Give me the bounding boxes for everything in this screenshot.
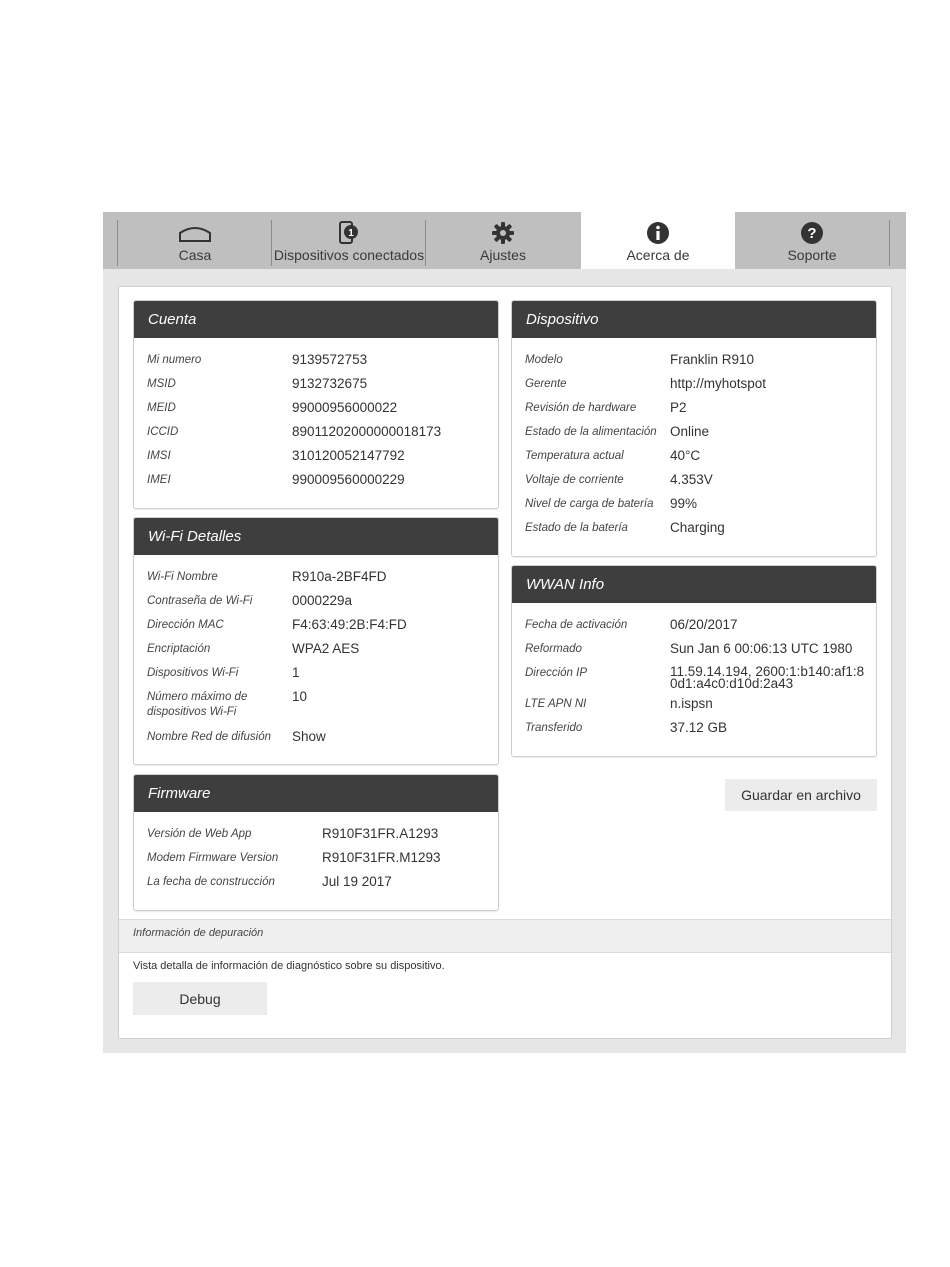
- row-label: LTE APN NI: [525, 698, 587, 710]
- save-to-file-button[interactable]: Guardar en archivo: [725, 779, 877, 811]
- dispositivo-panel: Dispositivo Modelo Franklin R910 Gerente h…: [511, 300, 877, 557]
- panel-title: Firmware: [134, 775, 498, 812]
- tab-divider: [889, 220, 890, 266]
- row-label: Voltaje de corriente: [525, 474, 624, 486]
- row-value: Show: [292, 729, 326, 744]
- tab-label: Dispositivos conectados: [273, 247, 425, 263]
- tab-label: Ajustes: [480, 247, 526, 263]
- row-value: 99000956000022: [292, 400, 398, 415]
- row-label: Gerente: [525, 378, 567, 390]
- wifi-panel: Wi-Fi Detalles Wi-Fi Nombre R910a-2BF4FD …: [133, 517, 499, 765]
- row-label: IMSI: [147, 450, 171, 462]
- debug-title: Información de depuración: [133, 927, 264, 939]
- row-value: 10: [292, 689, 308, 704]
- row-value: Jul 19 2017: [322, 874, 392, 889]
- wwan-panel: WWAN Info Fecha de activación 06/20/2017 …: [511, 565, 877, 757]
- info-icon: [581, 221, 735, 245]
- row-label: Versión de Web App: [147, 828, 252, 840]
- row-label: La fecha de construcción: [147, 876, 275, 888]
- row-label: Dirección MAC: [147, 619, 224, 631]
- row-label: Dirección IP: [525, 667, 587, 679]
- row-value: 9139572753: [292, 352, 368, 367]
- row-label: Wi-Fi Nombre: [147, 571, 218, 583]
- row-value: R910a-2BF4FD: [292, 569, 387, 584]
- row-value: 40°C: [670, 448, 701, 463]
- row-label: Nombre Red de difusión: [147, 731, 272, 743]
- row-label: Fecha de activación: [525, 619, 628, 631]
- row-value: R910F31FR.M1293: [322, 850, 441, 865]
- tab-label: Acerca de: [626, 247, 690, 263]
- row-value: 89011202000000018173: [292, 424, 442, 439]
- row-label: Contraseña de Wi-Fi: [147, 595, 253, 607]
- tab-ajustes[interactable]: Ajustes: [426, 212, 580, 269]
- row-value: 1: [292, 665, 300, 680]
- tab-dispositivos-conectados[interactable]: 1 Dispositivos conectados: [272, 212, 426, 269]
- row-label: Mi numero: [147, 354, 202, 366]
- row-value: 99%: [670, 496, 698, 511]
- row-value: 4.353V: [670, 472, 713, 487]
- about-content: Cuenta Mi numero 9139572753 MSID 913273267…: [118, 286, 892, 1039]
- row-value: 11.59.14.194, 2600:1:b140:af1:80d1:a4c0:…: [670, 664, 865, 691]
- tab-soporte[interactable]: ? Soporte: [735, 212, 889, 269]
- help-icon: ?: [735, 221, 889, 245]
- row-value: R910F31FR.A1293: [322, 826, 439, 841]
- row-label: Estado de la alimentación: [525, 426, 657, 438]
- svg-text:?: ?: [807, 225, 816, 242]
- row-label: Encriptación: [147, 643, 211, 655]
- debug-description: Vista detalla de información de diagnóst…: [133, 960, 445, 972]
- debug-section-header: Información de depuración: [119, 919, 891, 953]
- row-value: 37.12 GB: [670, 720, 728, 735]
- row-value: Online: [670, 424, 710, 439]
- row-label: Reformado: [525, 643, 582, 655]
- tab-acerca-de[interactable]: Acerca de: [581, 212, 735, 269]
- panel-title: Dispositivo: [512, 301, 876, 338]
- row-label: Modem Firmware Version: [147, 852, 279, 864]
- row-label: Número máximo de dispositivos Wi-Fi: [147, 691, 248, 718]
- row-label: MEID: [147, 402, 176, 414]
- home-icon: [118, 221, 272, 245]
- row-label: Transferido: [525, 722, 583, 734]
- gear-icon: [426, 221, 580, 245]
- row-label: Nivel de carga de batería: [525, 498, 654, 510]
- row-label: ICCID: [147, 426, 179, 438]
- row-value: Sun Jan 6 00:06:13 UTC 1980: [670, 641, 853, 656]
- row-label: Temperatura actual: [525, 450, 624, 462]
- row-value: 310120052147792: [292, 448, 405, 463]
- row-value: n.ispsn: [670, 696, 713, 711]
- svg-text:1: 1: [348, 228, 354, 239]
- row-value: P2: [670, 400, 687, 415]
- tab-bar: Casa 1 Dispositivos conectados Ajustes A…: [103, 212, 906, 269]
- row-label: IMEI: [147, 474, 171, 486]
- row-label: MSID: [147, 378, 176, 390]
- firmware-panel: Firmware Versión de Web App R910F31FR.A12…: [133, 774, 499, 911]
- panel-title: Cuenta: [134, 301, 498, 338]
- row-label: Dispositivos Wi-Fi: [147, 667, 239, 679]
- panel-title: Wi-Fi Detalles: [134, 518, 498, 555]
- row-label: Estado de la batería: [525, 522, 628, 534]
- panel-title: WWAN Info: [512, 566, 876, 603]
- row-value: Franklin R910: [670, 352, 755, 367]
- cuenta-panel: Cuenta Mi numero 9139572753 MSID 913273267…: [133, 300, 499, 509]
- row-value: 0000229a: [292, 593, 353, 608]
- row-value: Charging: [670, 520, 725, 535]
- row-label: Modelo: [525, 354, 563, 366]
- row-value: http://myhotspot: [670, 376, 767, 391]
- debug-button[interactable]: Debug: [133, 982, 267, 1015]
- row-value: 9132732675: [292, 376, 368, 391]
- tab-label: Casa: [178, 247, 212, 263]
- app-frame: Casa 1 Dispositivos conectados Ajustes A…: [103, 212, 906, 1053]
- connected-devices-icon: 1: [272, 221, 426, 245]
- tab-casa[interactable]: Casa: [118, 212, 272, 269]
- row-label: Revisión de hardware: [525, 402, 637, 414]
- row-value: 990009560000229: [292, 472, 405, 487]
- row-value: WPA2 AES: [292, 641, 360, 656]
- tab-label: Soporte: [787, 247, 837, 263]
- row-value: 06/20/2017: [670, 617, 738, 632]
- row-value: F4:63:49:2B:F4:FD: [292, 617, 407, 632]
